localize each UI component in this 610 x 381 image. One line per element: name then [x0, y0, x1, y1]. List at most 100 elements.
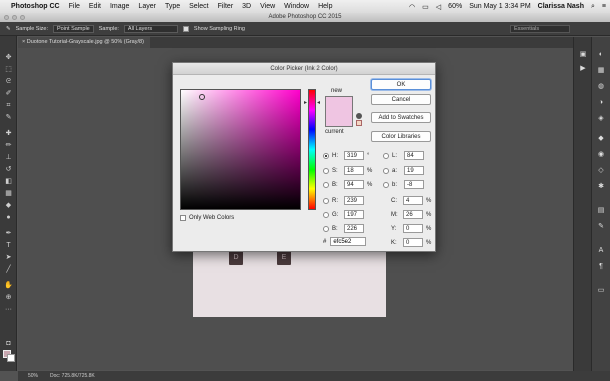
volume-icon[interactable]: ◁ [436, 3, 441, 11]
blur-tool-icon[interactable]: ◆ [4, 202, 13, 209]
only-web-colors[interactable]: Only Web Colors [180, 215, 234, 221]
close-window-button[interactable] [4, 15, 9, 20]
brush-presets-icon[interactable]: ✱ [596, 183, 606, 191]
green-input[interactable]: 197 [344, 210, 364, 219]
history-panel-icon[interactable]: ▣ [578, 51, 588, 59]
hand-tool-icon[interactable]: ✋ [4, 282, 13, 289]
eyedropper-icon[interactable]: ✎ [4, 114, 13, 121]
lab-b-input[interactable]: -8 [404, 180, 424, 189]
color-cursor[interactable] [199, 94, 205, 100]
hue-input[interactable]: 319 [344, 151, 364, 160]
workspace-select[interactable]: Essentials [510, 24, 570, 33]
menu-help[interactable]: Help [318, 3, 332, 10]
path-select-icon[interactable]: ➤ [4, 254, 13, 261]
current-color-swatch[interactable] [325, 112, 353, 127]
brush-tool-icon[interactable]: ✏ [4, 142, 13, 149]
gradient-tool-icon[interactable]: ▦ [4, 190, 13, 197]
layers-panel-icon[interactable]: ◆ [596, 135, 606, 143]
background-color-swatch[interactable] [7, 354, 15, 362]
menu-filter[interactable]: Filter [218, 3, 234, 10]
only-web-colors-checkbox[interactable] [180, 215, 186, 221]
timeline-panel-icon[interactable]: ▭ [596, 287, 606, 295]
adjustments-panel-icon[interactable]: ◑ [596, 99, 606, 107]
sample-select[interactable]: All Layers [123, 24, 178, 33]
minimize-window-button[interactable] [12, 15, 17, 20]
show-sampling-ring-checkbox[interactable] [182, 25, 189, 32]
wifi-icon[interactable]: ◠ [409, 3, 415, 11]
magenta-input[interactable]: 26 [403, 210, 423, 219]
zoom-window-button[interactable] [20, 15, 25, 20]
hue-slider-left-arrow-icon[interactable]: ▸ [304, 99, 307, 106]
quick-select-tool-icon[interactable]: ✐ [4, 90, 13, 97]
menu-edit[interactable]: Edit [89, 3, 101, 10]
menu-layer[interactable]: Layer [138, 3, 156, 10]
brightness-input[interactable]: 94 [344, 180, 364, 189]
menu-3d[interactable]: 3D [242, 3, 251, 10]
display-icon[interactable]: ▭ [422, 3, 429, 11]
doc-size[interactable]: Doc: 725.8K/725.8K [50, 373, 95, 379]
blue-radio[interactable] [323, 225, 329, 232]
document-tab[interactable]: × Duotone Tutorial-Grayscale.jpg @ 50% (… [18, 37, 150, 48]
styles-panel-icon[interactable]: ◈ [596, 115, 606, 123]
hue-slider-right-arrow-icon[interactable]: ◂ [317, 99, 320, 106]
menu-window[interactable]: Window [284, 3, 309, 10]
battery-percent[interactable]: 60% [448, 3, 462, 10]
clone-stamp-icon[interactable]: ⊥ [4, 154, 13, 161]
move-tool-icon[interactable]: ✥ [4, 54, 13, 61]
lab-l-input[interactable]: 84 [404, 151, 424, 160]
add-to-swatches-button[interactable]: Add to Swatches [371, 112, 431, 123]
document-image[interactable]: D E [193, 247, 386, 317]
menu-app[interactable]: Photoshop CC [11, 3, 60, 10]
history-brush-icon[interactable]: ↺ [4, 166, 13, 173]
sample-size-select[interactable]: Point Sample [53, 24, 94, 33]
saturation-input[interactable]: 18 [344, 166, 364, 175]
lasso-tool-icon[interactable]: ᘓ [4, 78, 13, 85]
user-name[interactable]: Clarissa Nash [538, 3, 584, 10]
menu-file[interactable]: File [69, 3, 80, 10]
lab-l-radio[interactable] [383, 152, 389, 159]
dodge-tool-icon[interactable]: ● [4, 214, 13, 221]
libraries-panel-icon[interactable]: ◍ [596, 83, 606, 91]
gamut-warning-icon[interactable] [356, 113, 362, 119]
menu-view[interactable]: View [260, 3, 275, 10]
hue-slider[interactable] [308, 89, 316, 210]
zoom-tool-icon[interactable]: ⊕ [4, 294, 13, 301]
green-radio[interactable] [323, 211, 329, 218]
actions-panel-icon[interactable]: ▶ [578, 65, 588, 73]
menu-type[interactable]: Type [165, 3, 180, 10]
character-panel-icon[interactable]: A [596, 247, 606, 255]
properties-panel-icon[interactable]: ▤ [596, 207, 606, 215]
color-panel-icon[interactable]: ◐ [596, 51, 606, 59]
red-input[interactable]: 239 [344, 196, 364, 205]
cancel-button[interactable]: Cancel [371, 94, 431, 105]
shape-tool-icon[interactable]: ╱ [4, 266, 13, 273]
eraser-tool-icon[interactable]: ◧ [4, 178, 13, 185]
eyedropper-tool-icon[interactable]: ✎ [6, 26, 11, 32]
type-tool-icon[interactable]: T [4, 242, 13, 249]
ok-button[interactable]: OK [371, 79, 431, 90]
quick-mask-icon[interactable]: ◘ [4, 340, 13, 347]
notification-icon[interactable]: ≡ [602, 3, 606, 10]
marquee-tool-icon[interactable]: ⬚ [4, 66, 13, 73]
saturation-radio[interactable] [323, 167, 329, 174]
healing-brush-icon[interactable]: ✚ [4, 130, 13, 137]
paragraph-panel-icon[interactable]: ¶ [596, 263, 606, 271]
crop-tool-icon[interactable]: ⌗ [4, 102, 13, 109]
lab-b-radio[interactable] [383, 181, 389, 188]
info-panel-icon[interactable]: ✎ [596, 223, 606, 231]
yellow-input[interactable]: 0 [403, 224, 423, 233]
saturation-brightness-field[interactable] [180, 89, 301, 210]
lab-a-radio[interactable] [383, 167, 389, 174]
edit-toolbar-icon[interactable]: ··· [4, 306, 13, 313]
search-icon[interactable]: ⌕ [591, 3, 595, 11]
cyan-input[interactable]: 4 [403, 196, 423, 205]
swatches-panel-icon[interactable]: ▦ [596, 67, 606, 75]
color-libraries-button[interactable]: Color Libraries [371, 131, 431, 142]
lab-a-input[interactable]: 19 [404, 166, 424, 175]
blue-input[interactable]: 226 [344, 224, 364, 233]
clock[interactable]: Sun May 1 3:34 PM [469, 3, 530, 10]
hue-radio[interactable] [323, 152, 329, 159]
channels-panel-icon[interactable]: ◉ [596, 151, 606, 159]
paths-panel-icon[interactable]: ◇ [596, 167, 606, 175]
brightness-radio[interactable] [323, 181, 329, 188]
